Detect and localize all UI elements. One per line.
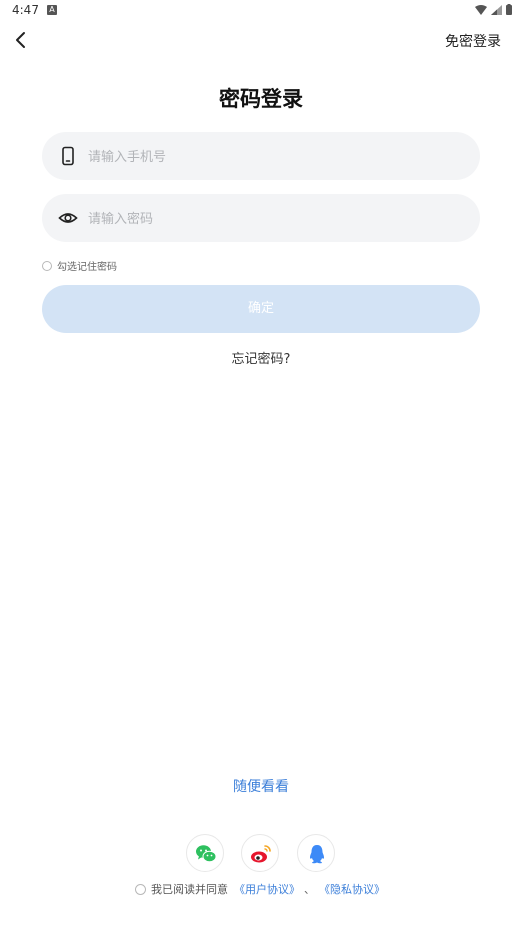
password-input[interactable] — [86, 194, 460, 244]
agreement-radio[interactable] — [135, 883, 146, 895]
browse-link[interactable]: 随便看看 — [0, 776, 522, 796]
qq-icon — [310, 845, 324, 864]
phone-input[interactable] — [86, 132, 460, 182]
forgot-password-label[interactable]: 忘记密码? — [232, 352, 291, 367]
wechat-login-button[interactable] — [186, 834, 224, 872]
status-time: 4:47 — [12, 3, 39, 17]
phone-icon — [62, 146, 74, 166]
user-agreement-link[interactable]: 《用户协议》 — [234, 881, 300, 897]
passwordless-login-link[interactable]: 免密登录 — [445, 31, 501, 51]
battery-icon — [506, 4, 512, 15]
weibo-login-button[interactable] — [241, 834, 279, 872]
browse-label[interactable]: 随便看看 — [233, 779, 289, 795]
forgot-password-link[interactable]: 忘记密码? — [0, 348, 522, 367]
chevron-left-icon — [16, 32, 25, 48]
wifi-icon — [475, 4, 487, 15]
confirm-button[interactable]: 确定 — [42, 285, 480, 333]
wechat-icon — [196, 845, 217, 863]
remember-radio[interactable] — [42, 260, 52, 271]
privacy-policy-link[interactable]: 《隐私协议》 — [319, 881, 385, 897]
password-field[interactable] — [42, 194, 480, 244]
phone-field[interactable] — [42, 132, 480, 182]
qq-login-button[interactable] — [297, 834, 335, 872]
signal-icon — [491, 4, 502, 15]
agreement-text: 我已阅读并同意 — [151, 883, 228, 896]
status-icons — [475, 4, 512, 15]
remember-password-checkbox[interactable]: 勾选记住密码 — [42, 258, 117, 273]
back-button[interactable] — [10, 28, 34, 52]
remember-label: 勾选记住密码 — [57, 262, 117, 273]
agreement-row: 我已阅读并同意 《用户协议》 、 《隐私协议》 — [135, 881, 385, 897]
eye-icon[interactable] — [58, 208, 78, 228]
status-bar: 4:47 A — [0, 0, 522, 22]
agreement-separator: 、 — [304, 883, 315, 896]
notification-icon: A — [47, 5, 57, 15]
page-title: 密码登录 — [219, 87, 303, 111]
weibo-icon — [251, 845, 271, 863]
